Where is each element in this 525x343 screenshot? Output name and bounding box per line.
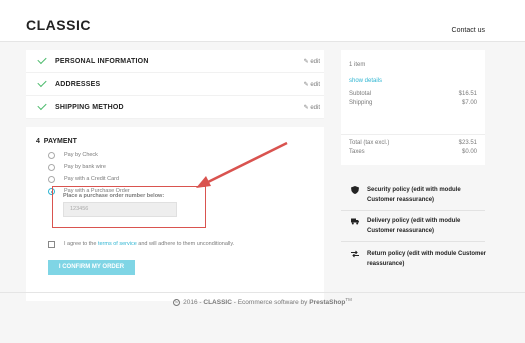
taxes-row: Taxes $0.00 [349,149,477,157]
site-logo[interactable]: CLASSIC [26,17,91,33]
step-shipping-method[interactable]: SHIPPING METHOD ✎ edit [26,96,324,119]
check-icon [37,54,47,65]
truck-icon [351,218,359,225]
reassurance-divider [341,210,485,211]
confirm-order-button[interactable]: I CONFIRM MY ORDER [48,260,135,275]
check-icon [37,100,47,111]
taxes-value: $0.00 [461,149,477,155]
step-title: ADDRESSES [55,81,101,88]
shield-icon [351,186,359,194]
reassurance-text: Delivery policy (edit with module Custom… [367,218,461,234]
payment-title: 4 PAYMENT [36,138,77,145]
reassurance-divider [341,241,485,242]
po-number-label: Place a purchase order number below: [63,193,165,199]
terms-text: I agree to the terms of service and will… [64,241,235,247]
edit-link[interactable]: ✎ edit [304,104,320,111]
subtotal-label: Subtotal [349,91,372,97]
payment-option-label: Pay by Check [64,152,98,158]
step-personal-information[interactable]: PERSONAL INFORMATION ✎ edit [26,50,324,73]
shipping-label: Shipping [349,100,373,106]
radio-button[interactable] [48,176,55,183]
radio-button[interactable] [48,164,55,171]
po-number-input[interactable]: 123456 [63,202,177,217]
terms-of-service-link[interactable]: terms of service [98,241,137,247]
shipping-value: $7.00 [461,100,477,106]
footer-brand: CLASSIC [203,299,232,307]
cart-item-count: 1 item [349,62,366,68]
payment-option-label: Pay with a Credit Card [64,176,120,182]
return-arrows-icon [351,250,359,258]
subtotal-value: $16.51 [458,91,477,97]
step-title: PERSONAL INFORMATION [55,58,149,65]
edit-link[interactable]: ✎ edit [304,81,320,88]
footer-divider [0,292,525,293]
total-value: $23.51 [458,140,477,146]
prestashop-link[interactable]: PrestaShop [309,299,345,306]
total-label: Total (tax excl.) [349,140,390,146]
taxes-label: Taxes [349,149,365,155]
purchase-order-highlight: Place a purchase order number below: 123… [52,186,206,228]
step-title: SHIPPING METHOD [55,104,124,111]
check-icon [37,77,47,88]
subtotal-row: Subtotal $16.51 [349,91,477,99]
checkout-steps: PERSONAL INFORMATION ✎ edit ADDRESSES ✎ … [26,50,324,301]
site-footer: © 2016 - CLASSIC - Ecommerce software by … [173,297,352,307]
radio-button[interactable] [48,152,55,159]
reassurance-text: Security policy (edit with module Custom… [367,187,461,203]
site-header: CLASSIC Contact us [0,0,525,42]
step-addresses[interactable]: ADDRESSES ✎ edit [26,73,324,96]
copyright-icon: © [173,298,181,306]
payment-option-label: Pay by bank wire [64,164,106,170]
shipping-row: Shipping $7.00 [349,100,477,108]
edit-link[interactable]: ✎ edit [304,58,320,65]
summary-divider [341,134,485,135]
terms-checkbox[interactable] [48,241,55,248]
total-row: Total (tax excl.) $23.51 [349,140,477,148]
show-details-link[interactable]: show details [349,78,382,84]
contact-us-link[interactable]: Contact us [452,27,485,34]
cart-summary: 1 item show details Subtotal $16.51 Ship… [341,50,485,165]
payment-section: 4 PAYMENT Pay by Check Pay by bank wire … [26,127,324,301]
reassurance-text: Return policy (edit with module Customer… [367,251,487,267]
